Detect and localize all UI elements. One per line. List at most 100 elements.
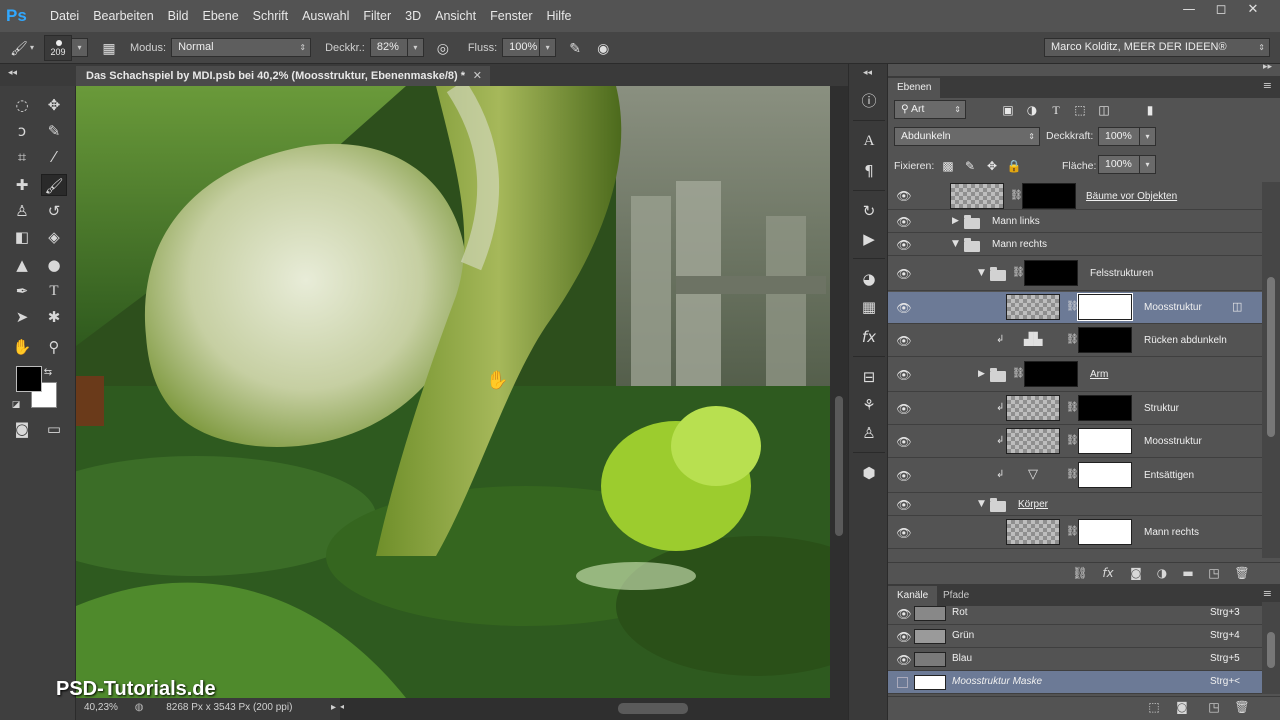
layer-row[interactable]: 👁 ↲ ▽ ⛓ Entsättigen xyxy=(888,459,1262,493)
layer-mask-thumbnail[interactable] xyxy=(1077,293,1133,321)
channels-scrollbar[interactable] xyxy=(1262,602,1280,694)
filter-shape-icon[interactable]: ⬚ xyxy=(1072,102,1088,118)
layer-mask-thumbnail[interactable] xyxy=(1022,183,1076,209)
screen-mode-icon[interactable]: ▭ xyxy=(41,418,67,440)
workspace-select[interactable]: Marco Kolditz, MEER DER IDEEN® ⇕ xyxy=(1044,38,1270,57)
visibility-eye-icon[interactable]: 👁 xyxy=(896,238,912,252)
layer-filter-select[interactable]: ⚲ Art ⇕ xyxy=(894,100,966,119)
quick-mask-icon[interactable]: ◙ xyxy=(9,418,35,440)
zoom-tool-icon[interactable]: ⚲ xyxy=(41,336,67,358)
lasso-tool-icon[interactable]: ↄ xyxy=(9,120,35,142)
collapse-panels-icon[interactable]: ▸▸ xyxy=(1263,62,1272,72)
brush-panel-icon[interactable]: ▦ xyxy=(98,37,120,59)
canvas-horizontal-scrollbar[interactable]: ◂ xyxy=(340,698,848,720)
link-chain-icon[interactable]: ⛓ xyxy=(1066,435,1079,446)
menu-bild[interactable]: Bild xyxy=(168,9,189,23)
link-chain-icon[interactable]: ⛓ xyxy=(1010,190,1023,201)
new-layer-icon[interactable]: ◳ xyxy=(1206,566,1222,580)
lock-transparent-icon[interactable]: ▩ xyxy=(940,158,956,174)
layer-row[interactable]: 👁 ↲ ⛓ Moosstruktur xyxy=(888,426,1262,458)
info-icon[interactable]: ⓘ xyxy=(857,90,881,112)
layer-row[interactable]: 👁 ▼ ⛓ Felsstrukturen xyxy=(888,257,1262,291)
clone-source-icon[interactable]: ♙ xyxy=(857,422,881,444)
status-menu-arrow-icon[interactable]: ▸ xyxy=(331,698,336,718)
fluss-dropdown[interactable]: ▾ xyxy=(540,38,557,57)
link-layers-icon[interactable]: ⛓ xyxy=(1072,566,1088,580)
brush-tool-icon[interactable]: 🖌 xyxy=(41,174,67,196)
document-canvas[interactable]: ✋ xyxy=(76,86,830,698)
layer-mask-thumbnail[interactable] xyxy=(1078,428,1132,454)
menu-fenster[interactable]: Fenster xyxy=(490,9,532,23)
link-chain-icon[interactable]: ⛓ xyxy=(1066,402,1079,413)
layer-row[interactable]: 👁 ▶ Mann links xyxy=(888,211,1262,233)
default-colors-icon[interactable]: ◪ xyxy=(8,394,24,416)
channel-row-selected[interactable]: Moosstruktur Maske Strg+< xyxy=(888,671,1262,694)
collapse-arrow-icon[interactable]: ▼ xyxy=(952,239,959,249)
visibility-eye-icon[interactable]: 👁 xyxy=(896,368,912,382)
paragraph-icon[interactable]: ¶ xyxy=(857,160,881,182)
character-icon[interactable]: A xyxy=(857,130,881,152)
paint-bucket-tool-icon[interactable]: ◈ xyxy=(41,226,67,248)
brush-tool-preset-icon[interactable]: 🖌 xyxy=(8,37,30,59)
visibility-eye-icon[interactable]: 👁 xyxy=(896,402,912,416)
brush-presets-icon[interactable]: ⚘ xyxy=(857,394,881,416)
history-brush-tool-icon[interactable]: ↺ xyxy=(41,200,67,222)
panel-menu-icon[interactable]: ≡ xyxy=(1263,587,1272,600)
filter-toggle-icon[interactable]: ▮ xyxy=(1142,102,1158,118)
visibility-eye-icon[interactable]: 👁 xyxy=(896,630,912,644)
zoom-level[interactable]: 40,23% xyxy=(84,702,118,713)
collapse-arrow-icon[interactable]: ▼ xyxy=(978,499,985,509)
quick-selection-tool-icon[interactable]: ✎ xyxy=(41,120,67,142)
collapse-arrow-icon[interactable]: ▼ xyxy=(978,268,985,278)
lock-all-icon[interactable]: 🔒 xyxy=(1006,158,1022,174)
add-mask-icon[interactable]: ◙ xyxy=(1128,566,1144,580)
delete-channel-icon[interactable]: 🗑 xyxy=(1234,700,1250,714)
scroll-left-icon[interactable]: ◂ xyxy=(340,702,344,711)
3d-panel-icon[interactable]: ⬢ xyxy=(857,462,881,484)
lock-position-icon[interactable]: ✥ xyxy=(984,158,1000,174)
visibility-eye-icon[interactable]: 👁 xyxy=(896,526,912,540)
fluss-input[interactable]: 100% xyxy=(502,38,541,57)
layer-row-selected[interactable]: 👁 ⛓ Moosstruktur ◫ xyxy=(888,292,1262,324)
status-info-icon[interactable]: ◍ xyxy=(135,702,144,713)
fill-dropdown[interactable]: ▾ xyxy=(1140,155,1156,174)
scrollbar-thumb[interactable] xyxy=(618,703,688,714)
layer-row[interactable]: 👁 ↲ ▟▙ ⛓ Rücken abdunkeln xyxy=(888,325,1262,357)
link-chain-icon[interactable]: ⛓ xyxy=(1066,469,1079,480)
visibility-eye-icon[interactable]: 👁 xyxy=(896,607,912,621)
pressure-opacity-icon[interactable]: ◎ xyxy=(432,37,454,59)
layer-mask-thumbnail[interactable] xyxy=(1078,327,1132,353)
brush-size-picker[interactable]: 209 xyxy=(44,34,73,61)
menu-ansicht[interactable]: Ansicht xyxy=(435,9,476,23)
link-chain-icon[interactable]: ⛓ xyxy=(1066,301,1079,312)
new-channel-icon[interactable]: ◳ xyxy=(1206,700,1222,714)
history-icon[interactable]: ↻ xyxy=(857,200,881,222)
expand-arrow-icon[interactable]: ▶ xyxy=(978,369,985,379)
panel-menu-icon[interactable]: ≡ xyxy=(1263,79,1272,92)
actions-play-icon[interactable]: ▶ xyxy=(857,228,881,250)
layer-row[interactable]: 👁 ⛓ Mann rechts xyxy=(888,517,1262,549)
layer-row[interactable]: 👁 ▶ ⛓ Arm xyxy=(888,358,1262,392)
pressure-size-icon[interactable]: ◉ xyxy=(592,37,614,59)
layer-mask-thumbnail[interactable] xyxy=(1078,519,1132,545)
healing-brush-tool-icon[interactable]: ✚ xyxy=(9,174,35,196)
filter-pixel-icon[interactable]: ▣ xyxy=(1000,102,1016,118)
move-tool-icon[interactable]: ✥ xyxy=(41,94,67,116)
channel-row[interactable]: 👁 Rot Strg+3 xyxy=(888,602,1262,625)
layer-mask-thumbnail[interactable] xyxy=(1078,462,1132,488)
deckkraft-input[interactable]: 82% xyxy=(369,38,408,57)
type-tool-icon[interactable]: T xyxy=(41,280,67,302)
close-window-button[interactable]: ✕ xyxy=(1244,2,1262,18)
preset-dropdown-arrow-icon[interactable]: ▾ xyxy=(30,43,34,52)
new-adjustment-layer-icon[interactable]: ◑ xyxy=(1154,566,1170,580)
layer-row[interactable]: 👁 ▼ Mann rechts xyxy=(888,234,1262,256)
swatches-grid-icon[interactable]: ▦ xyxy=(857,296,881,318)
layer-mask-thumbnail[interactable] xyxy=(1078,395,1132,421)
load-selection-icon[interactable]: ⬚ xyxy=(1146,700,1162,714)
blur-tool-icon[interactable]: ▲ xyxy=(9,254,35,276)
channel-row[interactable]: 👁 Blau Strg+5 xyxy=(888,648,1262,671)
layer-row[interactable]: 👁 ⛓ Bäume vor Objekten xyxy=(888,182,1262,210)
layer-mask-thumbnail[interactable] xyxy=(1024,361,1078,387)
add-layer-style-icon[interactable]: fx xyxy=(1100,566,1116,580)
smart-filter-icon[interactable]: ◫ xyxy=(1232,300,1242,313)
